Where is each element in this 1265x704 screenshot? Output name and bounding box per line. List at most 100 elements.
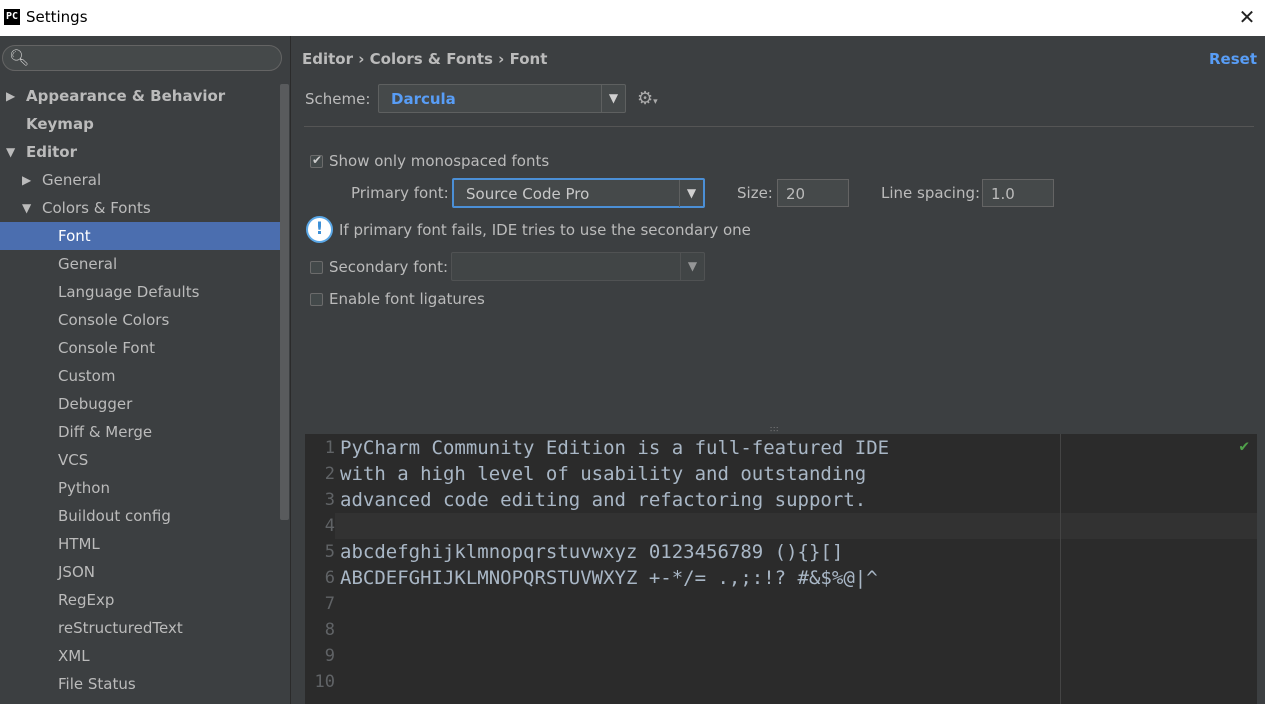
line-number: 10 — [314, 672, 335, 692]
sidebar-item[interactable]: Language Defaults — [0, 278, 280, 306]
code-line: PyCharm Community Edition is a full-feat… — [340, 437, 890, 459]
close-icon[interactable]: ✕ — [1237, 6, 1257, 28]
sidebar-item-label: HTML — [58, 535, 100, 553]
chevron-right-icon[interactable]: ▶ — [6, 82, 15, 110]
breadcrumb: Editor › Colors & Fonts › Font — [302, 50, 548, 68]
sidebar-item-label: General — [58, 255, 118, 273]
sidebar-item[interactable]: VCS — [0, 446, 280, 474]
sidebar-item-label: Console Colors — [58, 311, 170, 329]
search-icon: 🔍︎ — [9, 48, 30, 67]
sidebar-item[interactable]: reStructuredText — [0, 614, 280, 642]
scheme-dropdown[interactable]: Darcula ▼ — [378, 84, 626, 113]
checkmark-icon: ✔ — [312, 153, 323, 167]
sidebar-item[interactable]: Diff & Merge — [0, 418, 280, 446]
pycharm-logo-icon: PC — [4, 9, 20, 25]
sidebar-item-label: Custom — [58, 367, 116, 385]
line-number: 4 — [324, 516, 335, 536]
settings-tree: ▶ Appearance & Behavior Keymap ▼ Editor ▶ Gene… — [0, 82, 280, 698]
sidebar-item-label: Font — [58, 227, 91, 245]
sidebar-item[interactable]: File Status — [0, 670, 280, 698]
sidebar-item[interactable]: Font — [0, 222, 280, 250]
chevron-down-icon[interactable]: ▼ — [6, 138, 15, 166]
sidebar-item[interactable]: ▶ General — [0, 166, 280, 194]
sidebar-item[interactable]: ▼ Colors & Fonts — [0, 194, 280, 222]
separator — [304, 126, 1254, 127]
secondary-font-label: Secondary font: — [329, 258, 449, 276]
primary-font-label: Primary font: — [351, 184, 449, 202]
sidebar-scrollbar[interactable] — [280, 84, 289, 520]
sidebar-item[interactable]: Console Font — [0, 334, 280, 362]
sidebar-item[interactable]: RegExp — [0, 586, 280, 614]
sidebar-item[interactable]: Python — [0, 474, 280, 502]
info-icon: ! — [306, 216, 333, 243]
chevron-down-icon[interactable]: ▼ — [22, 194, 31, 222]
chevron-down-icon: ▼ — [680, 253, 704, 280]
code-line: advanced code editing and refactoring su… — [340, 489, 867, 511]
font-preview-editor[interactable]: ✔ 1 PyCharm Community Edition is a full-f… — [305, 434, 1257, 704]
line-number: 5 — [324, 542, 335, 562]
search-input[interactable]: 🔍︎ — [2, 45, 282, 71]
sidebar-item[interactable]: Console Colors — [0, 306, 280, 334]
chevron-down-icon: ▼ — [601, 85, 625, 112]
sidebar-item-label: Debugger — [58, 395, 133, 413]
scheme-label: Scheme: — [305, 90, 371, 108]
sidebar-item[interactable]: ▶ Appearance & Behavior — [0, 82, 280, 110]
size-label: Size: — [737, 184, 773, 202]
chevron-right-icon[interactable]: ▶ — [22, 166, 31, 194]
secondary-font-checkbox[interactable] — [310, 261, 323, 274]
sidebar-item-label: JSON — [58, 563, 95, 581]
sidebar-item-label: Buildout config — [58, 507, 171, 525]
sidebar-item[interactable]: Custom — [0, 362, 280, 390]
secondary-font-dropdown[interactable]: ▼ — [451, 252, 705, 281]
title-bar: PC Settings ✕ — [0, 0, 1265, 36]
sidebar-item[interactable]: HTML — [0, 530, 280, 558]
sidebar-item-label: Editor — [26, 143, 77, 161]
chevron-down-icon: ▼ — [679, 180, 703, 207]
sidebar-item[interactable]: ▼ Editor — [0, 138, 280, 166]
line-spacing-label: Line spacing: — [881, 184, 981, 202]
ligatures-label: Enable font ligatures — [329, 290, 485, 308]
line-number: 8 — [324, 620, 335, 640]
sidebar-item-label: XML — [58, 647, 90, 665]
sidebar-item[interactable]: Buildout config — [0, 502, 280, 530]
line-spacing-value: 1.0 — [991, 185, 1015, 203]
sidebar-item-label: Console Font — [58, 339, 155, 357]
sidebar-item[interactable]: Debugger — [0, 390, 280, 418]
line-spacing-input[interactable]: 1.0 — [982, 179, 1054, 207]
sidebar-item-label: General — [42, 171, 102, 189]
reset-link[interactable]: Reset — [1209, 50, 1257, 68]
ligatures-checkbox[interactable] — [310, 293, 323, 306]
info-text: If primary font fails, IDE tries to use … — [339, 221, 751, 239]
gear-icon[interactable]: ⚙▾ — [637, 88, 658, 109]
size-input[interactable]: 20 — [777, 179, 849, 207]
line-number: 1 — [324, 438, 335, 458]
sidebar-item-label: RegExp — [58, 591, 115, 609]
inspection-ok-icon: ✔ — [1239, 436, 1249, 455]
monospaced-label: Show only monospaced fonts — [329, 152, 550, 170]
caret-row-highlight — [335, 513, 1257, 539]
line-number: 6 — [324, 568, 335, 588]
sidebar-item-label: Language Defaults — [58, 283, 200, 301]
primary-font-dropdown[interactable]: Source Code Pro ▼ — [452, 178, 705, 208]
sidebar-item-label: Colors & Fonts — [42, 199, 151, 217]
monospaced-checkbox[interactable]: ✔ — [310, 153, 323, 168]
line-number: 9 — [324, 646, 335, 666]
sidebar-item-label: File Status — [58, 675, 136, 693]
sidebar-item-label: Diff & Merge — [58, 423, 153, 441]
splitter-handle[interactable]: ∶∶∶ — [770, 425, 779, 434]
scheme-value: Darcula — [391, 90, 456, 108]
size-value: 20 — [786, 185, 806, 203]
line-number: 7 — [324, 594, 335, 614]
code-line: with a high level of usability and outst… — [340, 463, 867, 485]
sidebar-item-label: reStructuredText — [58, 619, 183, 637]
primary-font-value: Source Code Pro — [466, 185, 590, 203]
sidebar-item[interactable]: Keymap — [0, 110, 280, 138]
sidebar-item-label: Keymap — [26, 115, 94, 133]
settings-sidebar: 🔍︎ ▶ Appearance & Behavior Keymap ▼ Editor ▶ G… — [0, 36, 291, 704]
sidebar-item[interactable]: XML — [0, 642, 280, 670]
sidebar-item[interactable]: General — [0, 250, 280, 278]
sidebar-item-label: VCS — [58, 451, 89, 469]
sidebar-item[interactable]: JSON — [0, 558, 280, 586]
sidebar-item-label: Appearance & Behavior — [26, 87, 226, 105]
code-line: abcdefghijklmnopqrstuvwxyz 0123456789 ()… — [340, 541, 844, 563]
